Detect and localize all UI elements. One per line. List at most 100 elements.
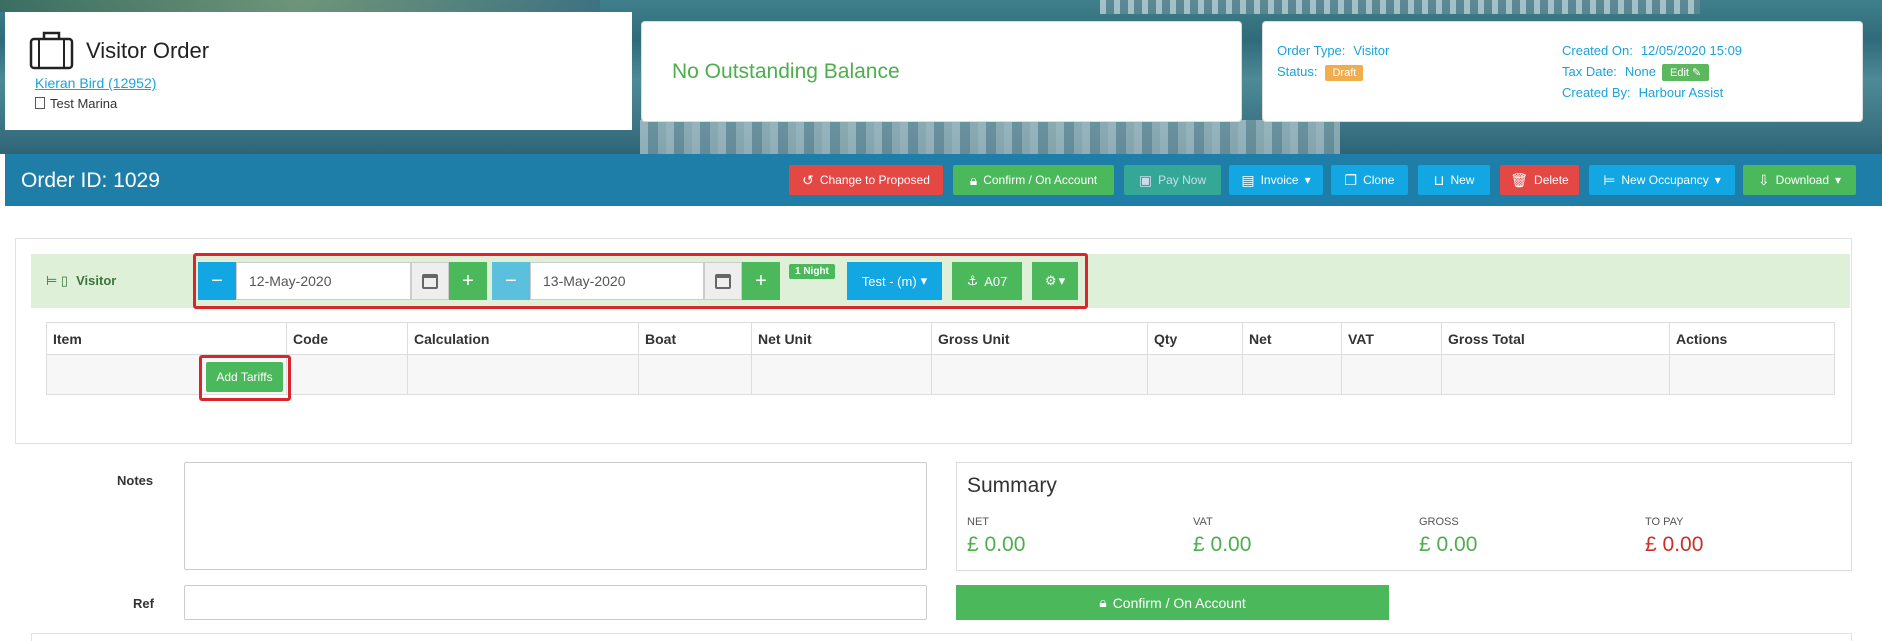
start-date-increment-button[interactable]: + [449, 262, 487, 300]
end-date-calendar-button[interactable] [704, 262, 742, 300]
ref-label: Ref [133, 596, 154, 611]
undo-icon: ↺ [802, 171, 814, 188]
building-icon [35, 97, 45, 109]
summary-net-value: £ 0.00 [967, 533, 1026, 556]
notes-label: Notes [117, 473, 154, 488]
marina-name: Test Marina [35, 96, 117, 111]
summary-title: Summary [967, 474, 1057, 497]
download-label: Download [1775, 173, 1830, 187]
table-row [46, 354, 1835, 395]
new-occupancy-dropdown-button[interactable]: ⊨ New Occupancy ▾ [1589, 165, 1735, 195]
summary-vat-label: VAT [1193, 516, 1213, 528]
berth-button[interactable]: ⚓︎ A07 [952, 262, 1022, 300]
briefcase-icon [29, 31, 74, 70]
new-occupancy-label: New Occupancy [1621, 173, 1709, 187]
pay-now-label: Pay Now [1158, 173, 1207, 187]
column-header-qty: Qty [1147, 322, 1243, 355]
status-badge: Draft [1325, 65, 1364, 81]
delete-button[interactable]: 🗑︎ Delete [1500, 165, 1579, 195]
ref-input[interactable] [184, 585, 927, 620]
confirm-on-account-bottom-button[interactable]: 🔒︎ Confirm / On Account [956, 585, 1389, 620]
nights-badge: 1 Night [789, 264, 835, 279]
money-icon: ▣ [1138, 171, 1153, 188]
tax-date-row: Tax Date: None Edit ✎ [1562, 64, 1710, 81]
summary-net-label: NET [967, 516, 989, 528]
end-date-input[interactable]: 13-May-2020 [530, 262, 704, 300]
table-cell [1669, 354, 1835, 395]
table-cell [286, 354, 408, 395]
table-cell [1341, 354, 1442, 395]
lock-icon: 🔒︎ [1099, 594, 1107, 610]
clone-icon: ❐ [1344, 171, 1358, 188]
table-cell [1242, 354, 1342, 395]
confirm-label: Confirm / On Account [983, 173, 1098, 187]
summary-to-pay-label: TO PAY [1645, 516, 1684, 528]
minus-icon: − [505, 269, 517, 292]
clone-button[interactable]: ❐ Clone [1331, 165, 1408, 195]
column-header-actions: Actions [1669, 322, 1835, 355]
status-label: Status: [1277, 64, 1318, 79]
order-type-label: Order Type: [1277, 43, 1346, 58]
invoice-dropdown-button[interactable]: ▤ Invoice ▾ [1229, 165, 1323, 195]
column-header-boat: Boat [638, 322, 752, 355]
bed-icon: ⊨ [1603, 171, 1616, 188]
pay-now-button[interactable]: ▣ Pay Now [1124, 165, 1221, 195]
anchor-icon: ⚓︎ [966, 273, 979, 288]
summary-to-pay-value: £ 0.00 [1645, 533, 1704, 556]
next-panel-edge [31, 633, 1852, 641]
edit-tax-date-button[interactable]: Edit ✎ [1662, 64, 1710, 81]
created-by-row: Created By: Harbour Assist [1562, 85, 1723, 100]
photo-shoreline [0, 0, 600, 12]
start-date-decrement-button[interactable]: − [198, 262, 236, 300]
order-id: Order ID: 1029 [21, 169, 160, 192]
start-date-input[interactable]: 12-May-2020 [236, 262, 411, 300]
page-title: Visitor Order [86, 38, 210, 63]
basket-icon: ⊔ [1433, 171, 1445, 188]
column-header-calculation: Calculation [407, 322, 639, 355]
new-button[interactable]: ⊔ New [1418, 165, 1490, 195]
occupancy-type-label: Visitor [76, 273, 117, 288]
column-header-vat: VAT [1341, 322, 1442, 355]
created-by-value: Harbour Assist [1638, 85, 1724, 100]
table-cell [1441, 354, 1670, 395]
add-tariffs-button[interactable]: Add Tariffs [206, 362, 283, 392]
boat-dropdown-button[interactable]: Test - (m) ▾ [847, 262, 942, 300]
table-header-row: Item Code Calculation Boat Net Unit Gros… [46, 322, 1835, 355]
confirm-bottom-label: Confirm / On Account [1112, 594, 1246, 611]
end-date-increment-button[interactable]: + [742, 262, 780, 300]
table-cell [407, 354, 639, 395]
caret-down-icon: ▾ [920, 273, 928, 288]
calendar-icon [715, 273, 731, 289]
marina-label: Test Marina [50, 96, 118, 111]
invoice-label: Invoice [1260, 173, 1299, 187]
trash-icon: 🗑︎ [1510, 171, 1529, 188]
caret-down-icon: ▾ [1835, 173, 1842, 187]
download-dropdown-button[interactable]: ⇩ Download ▾ [1743, 165, 1856, 195]
caret-down-icon: ▾ [1714, 173, 1721, 187]
end-date-decrement-button[interactable]: − [492, 262, 530, 300]
summary-gross-value: £ 0.00 [1419, 533, 1478, 556]
confirm-on-account-button[interactable]: 🔒︎ Confirm / On Account [953, 165, 1114, 195]
tariffs-table: Item Code Calculation Boat Net Unit Gros… [46, 322, 1835, 395]
column-header-net: Net [1242, 322, 1342, 355]
created-on-label: Created On: [1562, 43, 1633, 58]
edit-icon: ✎ [1692, 67, 1702, 79]
table-cell [638, 354, 752, 395]
column-header-item: Item [46, 322, 287, 355]
change-to-proposed-label: Change to Proposed [819, 173, 930, 187]
notes-textarea[interactable] [184, 462, 927, 570]
column-header-net-unit: Net Unit [751, 322, 932, 355]
created-on-value: 12/05/2020 15:09 [1640, 43, 1743, 58]
start-date-calendar-button[interactable] [411, 262, 449, 300]
order-header-card [5, 12, 632, 130]
occupancy-settings-dropdown[interactable]: ⚙︎ ▾ [1032, 262, 1078, 300]
minus-icon: − [211, 269, 223, 292]
gear-icon: ⚙︎ [1044, 273, 1057, 288]
summary-panel [956, 462, 1852, 571]
caret-down-icon: ▾ [1304, 173, 1311, 187]
customer-link[interactable]: Kieran Bird (12952) [35, 75, 156, 91]
boat-label: Test - (m) [861, 273, 917, 289]
summary-vat-value: £ 0.00 [1193, 533, 1252, 556]
change-to-proposed-button[interactable]: ↺ Change to Proposed [789, 165, 943, 195]
column-header-gross-unit: Gross Unit [931, 322, 1148, 355]
